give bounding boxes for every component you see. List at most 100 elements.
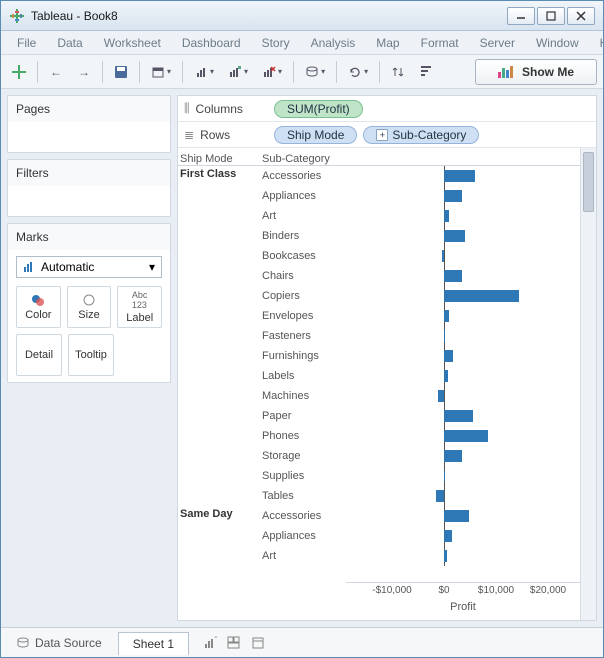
- refresh-button[interactable]: [343, 60, 373, 84]
- menu-file[interactable]: File: [7, 33, 46, 53]
- bar[interactable]: [444, 190, 462, 202]
- sub-category-label: Copiers: [260, 286, 346, 306]
- header-ship-mode: Ship Mode: [178, 153, 260, 165]
- marks-label-button[interactable]: Abc123Label: [117, 286, 162, 328]
- data-source-tab[interactable]: Data Source: [9, 634, 110, 652]
- bar-row: [346, 386, 580, 406]
- columns-pill-sum-profit[interactable]: SUM(Profit): [274, 100, 363, 118]
- sub-category-label: Machines: [260, 386, 346, 406]
- bar[interactable]: [442, 250, 444, 262]
- minimize-button[interactable]: [507, 7, 535, 25]
- bar-row: [346, 486, 580, 506]
- bar-row: [346, 326, 580, 346]
- sub-category-label: Supplies: [260, 466, 346, 486]
- rows-shelf-label: Rows: [200, 128, 230, 142]
- bar-row: [346, 466, 580, 486]
- menu-help[interactable]: Help: [590, 33, 604, 53]
- bar-row: [346, 406, 580, 426]
- close-button[interactable]: [567, 7, 595, 25]
- rows-pill-ship-mode[interactable]: Ship Mode: [274, 126, 357, 144]
- bar-row: [346, 506, 580, 526]
- menu-analysis[interactable]: Analysis: [301, 33, 366, 53]
- bar[interactable]: [444, 370, 448, 382]
- filters-shelf[interactable]: Filters: [7, 159, 171, 217]
- bar-row: [346, 186, 580, 206]
- menu-map[interactable]: Map: [366, 33, 409, 53]
- status-bar: Data Source Sheet 1 +: [1, 627, 603, 657]
- menu-story[interactable]: Story: [252, 33, 300, 53]
- title-bar: Tableau - Book8: [1, 1, 603, 31]
- rows-shelf[interactable]: ≣Rows Ship Mode +Sub-Category: [178, 122, 596, 148]
- bar[interactable]: [444, 310, 449, 322]
- new-data-source-button[interactable]: [146, 60, 176, 84]
- bar-row: [346, 426, 580, 446]
- app-icon: [9, 8, 25, 24]
- sub-category-label: Paper: [260, 406, 346, 426]
- bar[interactable]: [444, 330, 445, 342]
- menu-dashboard[interactable]: Dashboard: [172, 33, 251, 53]
- new-worksheet-icon[interactable]: +: [203, 636, 217, 650]
- bar[interactable]: [444, 510, 469, 522]
- bar[interactable]: [436, 490, 444, 502]
- rows-pill-sub-category[interactable]: +Sub-Category: [363, 126, 479, 144]
- menu-format[interactable]: Format: [411, 33, 469, 53]
- bar[interactable]: [438, 390, 444, 402]
- sub-category-label: Phones: [260, 426, 346, 446]
- x-tick: $20,000: [530, 585, 566, 596]
- bar[interactable]: [444, 470, 445, 482]
- bar[interactable]: [444, 550, 447, 562]
- scrollbar-thumb[interactable]: [583, 152, 594, 212]
- row-group: First ClassAccessoriesAppliancesArtBinde…: [178, 166, 580, 506]
- bar[interactable]: [444, 270, 462, 282]
- new-story-icon[interactable]: [251, 636, 265, 650]
- new-dashboard-icon[interactable]: [227, 636, 241, 650]
- bar[interactable]: [444, 530, 452, 542]
- chart-view[interactable]: Ship Mode Sub-Category First ClassAccess…: [178, 148, 580, 620]
- marks-detail-button[interactable]: Detail: [16, 334, 62, 376]
- forward-button[interactable]: →: [72, 60, 96, 84]
- sub-category-label: Art: [260, 206, 346, 226]
- sub-category-label: Bookcases: [260, 246, 346, 266]
- marks-size-button[interactable]: Size: [67, 286, 112, 328]
- maximize-button[interactable]: [537, 7, 565, 25]
- bar[interactable]: [444, 290, 519, 302]
- columns-icon: ⫼: [184, 101, 190, 116]
- bar[interactable]: [444, 170, 475, 182]
- sub-category-label: Accessories: [260, 506, 346, 526]
- clear-sheet-button[interactable]: [257, 60, 287, 84]
- back-button[interactable]: ←: [44, 60, 68, 84]
- menu-worksheet[interactable]: Worksheet: [94, 33, 171, 53]
- swap-button[interactable]: [386, 60, 410, 84]
- marks-color-button[interactable]: Color: [16, 286, 61, 328]
- menu-data[interactable]: Data: [47, 33, 92, 53]
- pages-shelf[interactable]: Pages: [7, 95, 171, 153]
- toolbar: ← → Show Me: [1, 55, 603, 89]
- menu-window[interactable]: Window: [526, 33, 589, 53]
- sheet-tab[interactable]: Sheet 1: [118, 632, 189, 655]
- expand-icon[interactable]: +: [376, 129, 388, 141]
- ship-mode-label: First Class: [178, 166, 260, 506]
- sub-category-label: Furnishings: [260, 346, 346, 366]
- bar[interactable]: [444, 350, 453, 362]
- save-button[interactable]: [109, 60, 133, 84]
- sub-category-label: Art: [260, 546, 346, 566]
- bar[interactable]: [444, 410, 473, 422]
- sort-asc-button[interactable]: [414, 60, 438, 84]
- sub-category-label: Fasteners: [260, 326, 346, 346]
- bar[interactable]: [444, 430, 488, 442]
- bar[interactable]: [444, 450, 462, 462]
- sub-category-label: Storage: [260, 446, 346, 466]
- marks-type-dropdown[interactable]: Automatic ▾: [16, 256, 162, 278]
- new-worksheet-button[interactable]: [189, 60, 219, 84]
- bar[interactable]: [444, 230, 465, 242]
- columns-shelf[interactable]: ⫼Columns SUM(Profit): [178, 96, 596, 122]
- marks-tooltip-button[interactable]: Tooltip: [68, 334, 114, 376]
- bar-row: [346, 526, 580, 546]
- bar[interactable]: [444, 210, 449, 222]
- show-me-button[interactable]: Show Me: [475, 59, 597, 85]
- tableau-logo-button[interactable]: [7, 60, 31, 84]
- connect-data-button[interactable]: [300, 60, 330, 84]
- duplicate-sheet-button[interactable]: [223, 60, 253, 84]
- vertical-scrollbar[interactable]: [580, 148, 596, 620]
- menu-server[interactable]: Server: [470, 33, 525, 53]
